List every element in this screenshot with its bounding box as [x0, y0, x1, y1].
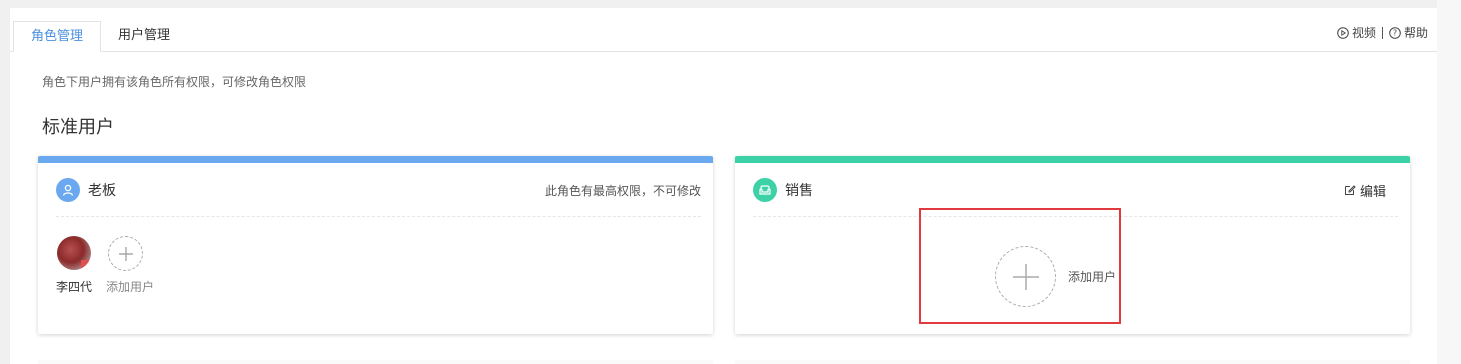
role-name: 销售 [785, 183, 813, 199]
sofa-icon [753, 178, 777, 202]
edit-icon [1344, 185, 1356, 195]
tab-user-management[interactable]: 用户管理 [108, 21, 180, 52]
card-divider [56, 216, 701, 217]
main-panel: 角色管理 用户管理 视频 ? 帮助 角色下用户拥有该角色所有权限，可修改角色权限… [10, 8, 1437, 364]
play-circle-icon [1337, 26, 1349, 39]
video-link[interactable]: 视频 [1337, 24, 1376, 41]
card-header: 老板 此角色有最高权限，不可修改 [56, 176, 701, 204]
role-note: 此角色有最高权限，不可修改 [544, 183, 701, 198]
edit-button[interactable]: 编辑 [1344, 181, 1386, 200]
help-links: 视频 ? 帮助 [1337, 24, 1428, 41]
plus-icon [108, 236, 143, 271]
video-label: 视频 [1351, 26, 1376, 40]
role-name: 老板 [88, 183, 116, 199]
member-name: 李四代 [56, 280, 93, 294]
member-item[interactable]: 李四代 [56, 236, 93, 295]
page-gutter [1437, 0, 1461, 364]
user-icon [56, 178, 80, 202]
next-card-edge [735, 360, 1410, 364]
tab-role-management[interactable]: 角色管理 [13, 21, 101, 52]
highlight-box [919, 208, 1121, 324]
avatar [57, 236, 91, 270]
card-accent-bar [38, 156, 713, 163]
tab-bar: 角色管理 用户管理 视频 ? 帮助 [10, 8, 1437, 52]
help-label: 帮助 [1403, 26, 1428, 40]
link-separator [1381, 26, 1383, 39]
question-circle-icon: ? [1389, 26, 1401, 39]
card-accent-bar [735, 156, 1410, 163]
next-card-edge [38, 360, 713, 364]
role-card-boss: 老板 此角色有最高权限，不可修改 李四代 添加用户 [38, 156, 713, 334]
section-title: 标准用户 [42, 117, 114, 138]
edit-label: 编辑 [1359, 184, 1386, 200]
svg-text:?: ? [1393, 28, 1397, 37]
add-user-label: 添加用户 [106, 280, 155, 294]
card-header: 销售 编辑 [753, 176, 1398, 204]
role-description: 角色下用户拥有该角色所有权限，可修改角色权限 [42, 75, 307, 89]
add-user-button[interactable]: 添加用户 [106, 236, 154, 295]
help-link[interactable]: ? 帮助 [1389, 24, 1428, 41]
